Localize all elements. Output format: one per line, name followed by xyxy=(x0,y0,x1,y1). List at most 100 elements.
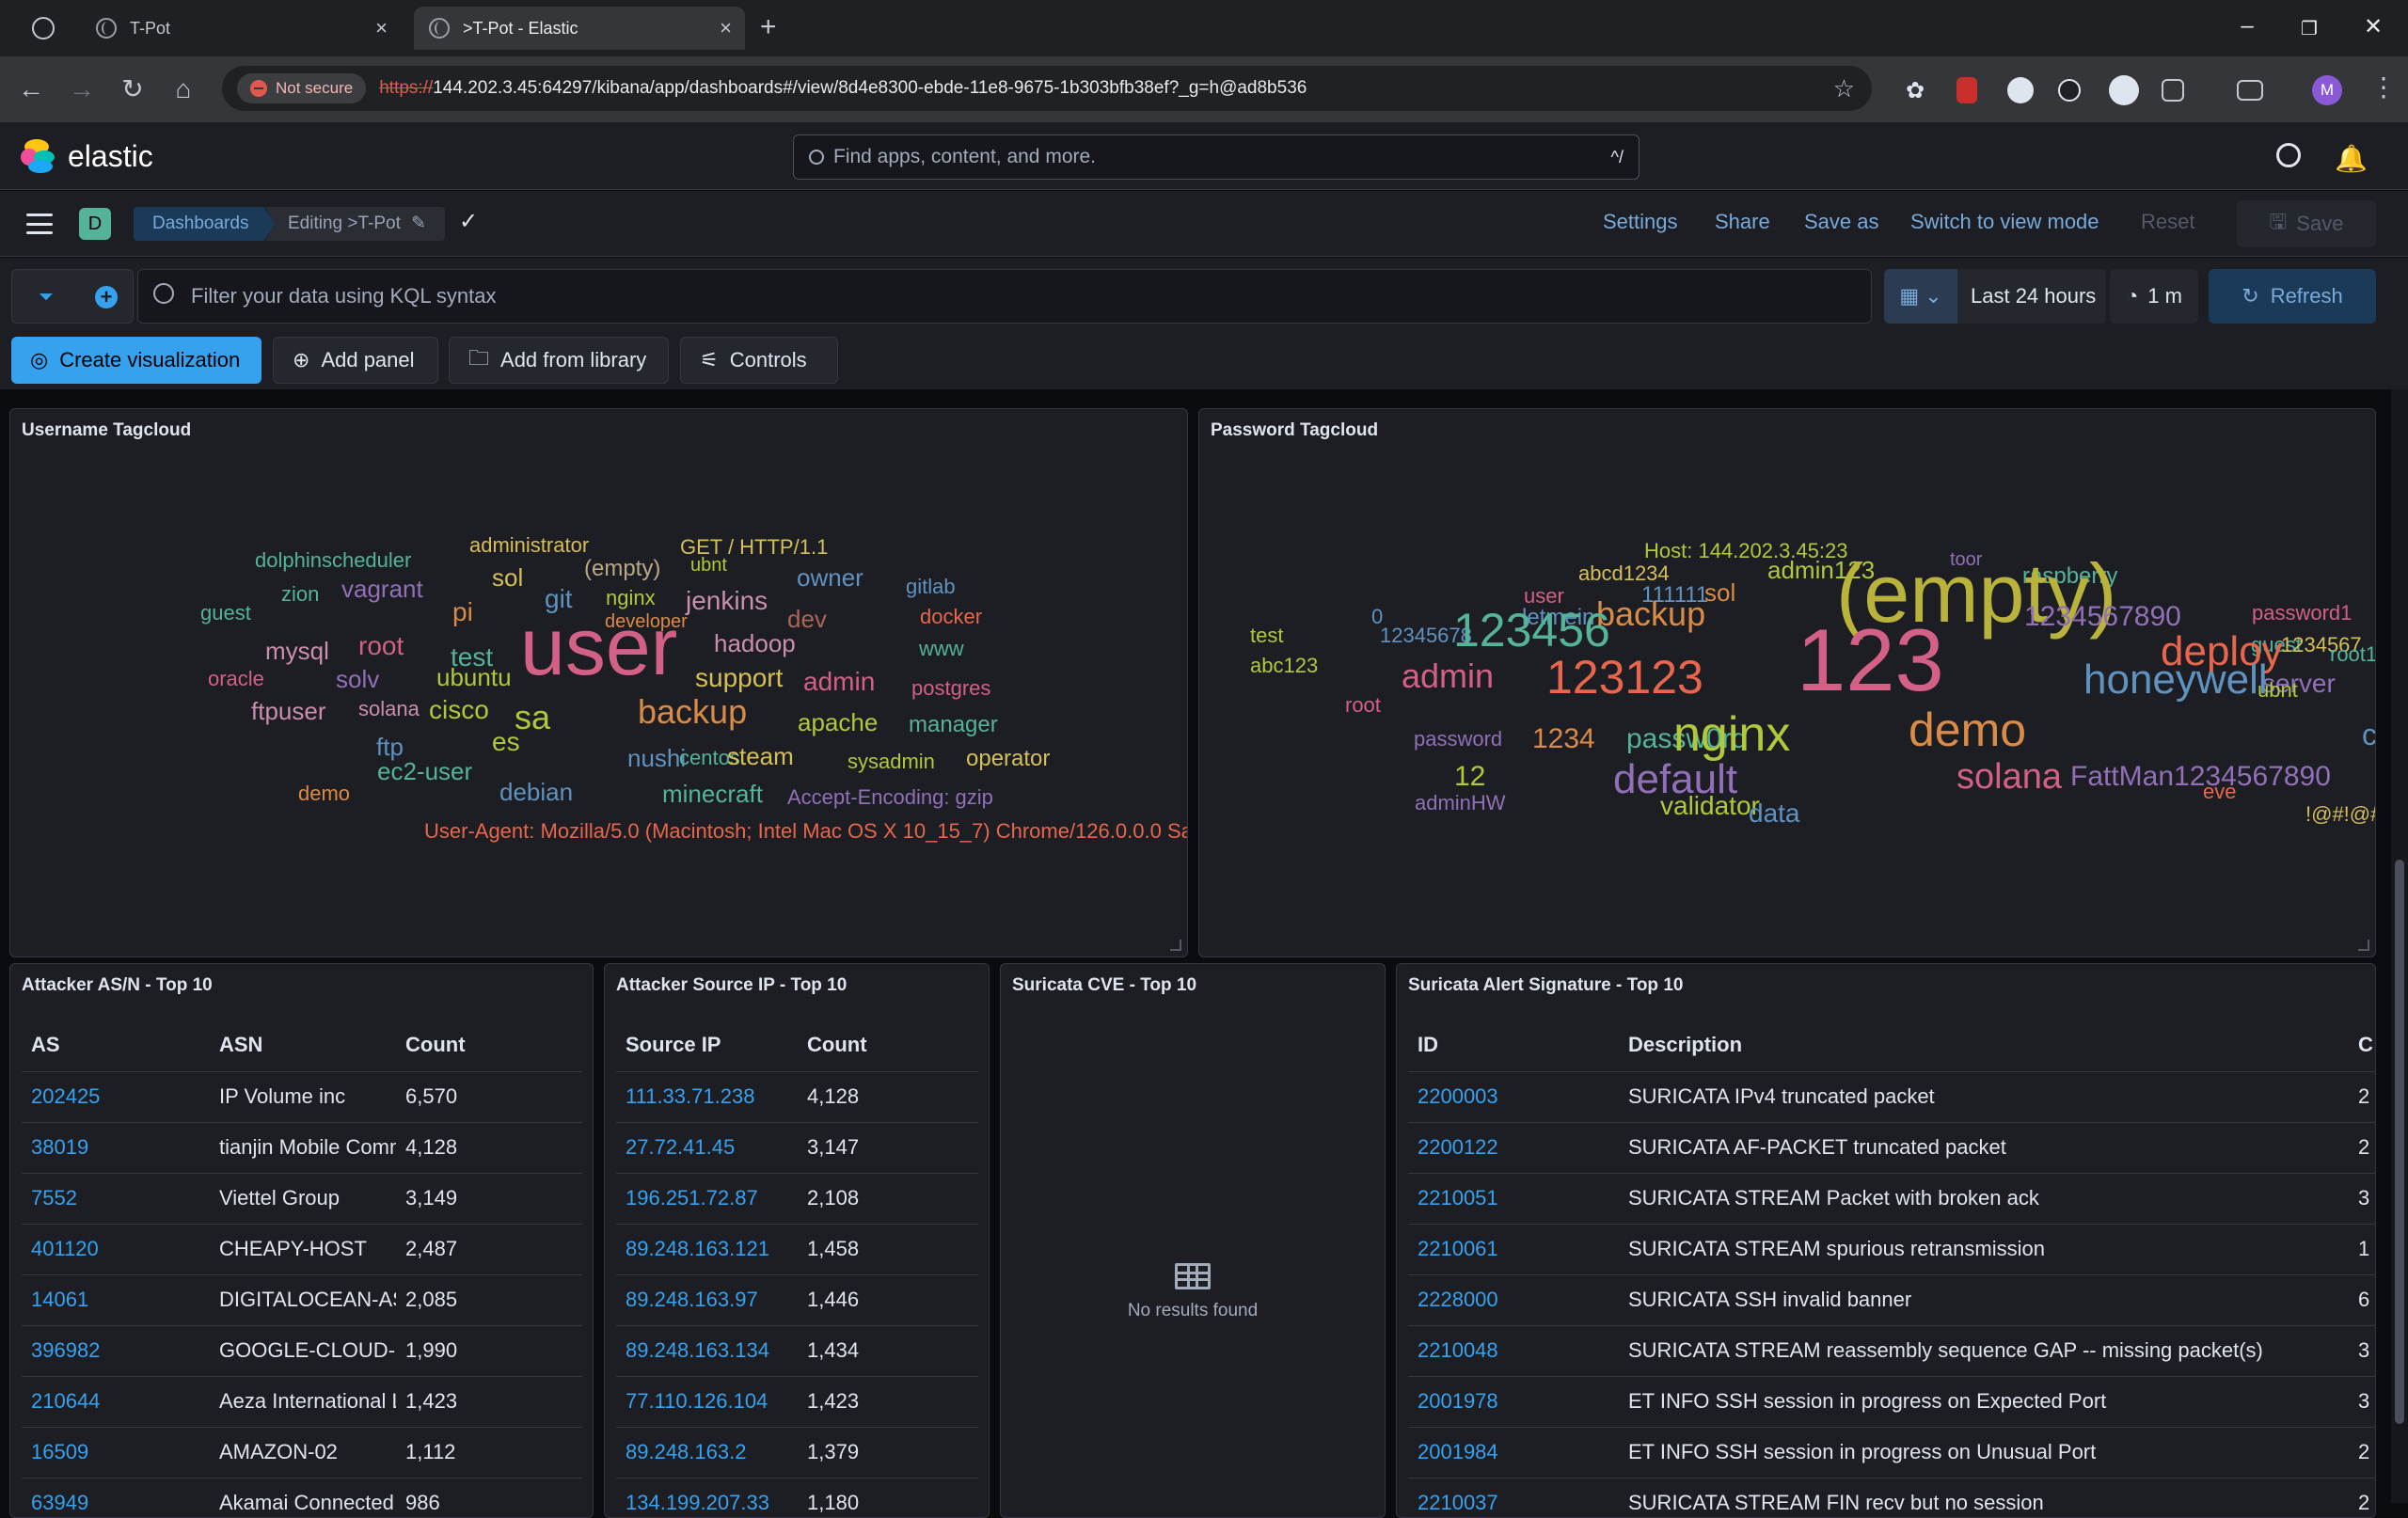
tag-word[interactable]: eve xyxy=(2203,782,2236,802)
time-range-label[interactable]: Last 24 hours xyxy=(1957,284,2096,308)
table-cell-link[interactable]: 196.251.72.87 xyxy=(616,1173,798,1225)
table-cell-link[interactable]: 27.72.41.45 xyxy=(616,1122,798,1174)
table-cell-link[interactable]: 2001978 xyxy=(1408,1376,1619,1428)
tag-word[interactable]: changeme xyxy=(2362,719,2375,750)
date-picker[interactable]: ▦ ⌄ Last 24 hours xyxy=(1884,269,2106,324)
refresh-interval[interactable]: ◔ 1 m xyxy=(2110,269,2198,324)
filter-controls[interactable]: ⏷ + xyxy=(11,269,134,324)
table-cell-link[interactable]: 63949 xyxy=(22,1478,210,1517)
column-header[interactable]: C xyxy=(2349,1019,2375,1072)
tag-word[interactable]: sysadmin xyxy=(848,751,935,772)
tag-word[interactable]: jenkins xyxy=(686,588,768,614)
table-cell-link[interactable]: 2001984 xyxy=(1408,1427,1619,1478)
tag-word[interactable]: docker xyxy=(920,607,982,627)
controls-button[interactable]: ⚟ Controls xyxy=(680,337,838,384)
elastic-logo[interactable]: elastic xyxy=(21,137,153,175)
table-cell-link[interactable]: 2210051 xyxy=(1408,1173,1619,1225)
tag-word[interactable]: apache xyxy=(798,710,878,735)
tag-word[interactable]: www xyxy=(919,639,964,659)
browser-tab-tpot[interactable]: T-Pot × xyxy=(81,7,401,50)
tag-word[interactable]: es xyxy=(492,729,520,755)
add-panel-button[interactable]: ⊕ Add panel xyxy=(273,337,438,384)
tag-word[interactable]: manager xyxy=(909,714,998,736)
tag-word[interactable]: steam xyxy=(727,744,794,768)
table-cell-link[interactable]: 2210037 xyxy=(1408,1478,1619,1517)
tag-word[interactable]: backup xyxy=(1596,597,1705,631)
news-feed-icon[interactable]: 🔔 xyxy=(2335,143,2368,174)
column-header[interactable]: Count xyxy=(396,1019,582,1072)
page-scrollbar[interactable] xyxy=(2391,389,2408,1503)
tag-word[interactable]: !@#!@#!@# xyxy=(2305,804,2375,825)
kql-search-input[interactable]: Filter your data using KQL syntax xyxy=(137,269,1872,324)
extension-red-icon[interactable] xyxy=(1956,77,1977,103)
tag-word[interactable]: debian xyxy=(499,780,573,804)
add-from-library-button[interactable]: 🗀 Add from library xyxy=(449,337,669,384)
tag-word[interactable]: Accept-Encoding: gzip xyxy=(787,787,993,808)
tag-word[interactable]: vagrant xyxy=(341,577,423,601)
save-button[interactable]: 🖫 Save xyxy=(2237,200,2376,247)
table-cell-link[interactable]: 2200003 xyxy=(1408,1071,1619,1123)
restore-icon[interactable]: ❐ xyxy=(2295,17,2323,40)
extension-compass-icon[interactable] xyxy=(2007,77,2034,103)
tag-word[interactable]: password1 xyxy=(2252,603,2352,624)
tag-word[interactable]: 1234567890 xyxy=(2024,603,2181,631)
table-cell-link[interactable]: 38019 xyxy=(22,1122,210,1174)
breadcrumb-dashboards[interactable]: Dashboards xyxy=(134,207,276,241)
column-header[interactable]: Source IP xyxy=(616,1019,798,1072)
scrollbar-thumb[interactable] xyxy=(2395,860,2404,1424)
column-header[interactable]: AS xyxy=(22,1019,210,1072)
table-cell-link[interactable]: 210644 xyxy=(22,1376,210,1428)
hamburger-menu-icon[interactable] xyxy=(26,213,53,234)
tag-word[interactable]: cisco xyxy=(429,697,489,723)
not-secure-chip[interactable]: Not secure xyxy=(237,73,367,103)
tag-word[interactable]: operator xyxy=(966,748,1050,770)
tag-word[interactable]: ubnt xyxy=(690,556,727,575)
browser-tab-elastic[interactable]: >T-Pot - Elastic × xyxy=(414,7,745,50)
tag-word[interactable]: adminHW xyxy=(1415,793,1506,814)
share-link[interactable]: Share xyxy=(1715,210,1770,234)
cast-icon[interactable] xyxy=(2237,80,2263,101)
tag-word[interactable]: dolphinscheduler xyxy=(255,550,411,571)
tag-word[interactable]: solana xyxy=(1956,759,2062,795)
tag-word[interactable]: ubnt xyxy=(2258,680,2298,701)
switch-view-mode-link[interactable]: Switch to view mode xyxy=(1910,210,2099,234)
tag-word[interactable]: dev xyxy=(787,607,827,631)
table-cell-link[interactable]: 89.248.163.97 xyxy=(616,1274,798,1326)
reload-icon[interactable]: ↻ xyxy=(117,73,149,105)
tag-word[interactable]: guest xyxy=(200,603,251,624)
tag-word[interactable]: nushi xyxy=(627,746,686,770)
tag-word[interactable]: honeywell xyxy=(2083,659,2268,701)
tag-word[interactable]: User-Agent: Mozilla/5.0 (Macintosh; Inte… xyxy=(424,821,1187,842)
tag-word[interactable]: FattMan1234567890 xyxy=(2070,763,2331,791)
tag-word[interactable]: gitlab xyxy=(906,577,956,597)
tag-word[interactable]: data xyxy=(1749,800,1800,827)
minimize-icon[interactable]: – xyxy=(2233,13,2261,40)
tag-word[interactable]: nginx xyxy=(1673,710,1790,759)
tab-search-icon[interactable] xyxy=(32,17,55,40)
tag-word[interactable]: 1234 xyxy=(1532,725,1595,753)
tag-word[interactable]: solana xyxy=(358,699,420,719)
tag-word[interactable]: user xyxy=(520,607,677,688)
tag-word[interactable]: demo xyxy=(1909,706,2026,753)
table-cell-link[interactable]: 89.248.163.121 xyxy=(616,1224,798,1275)
tag-word[interactable]: minecraft xyxy=(662,782,763,806)
table-cell-link[interactable]: 401120 xyxy=(22,1224,210,1275)
table-cell-link[interactable]: 7552 xyxy=(22,1173,210,1225)
global-search-input[interactable]: Find apps, content, and more. ^/ xyxy=(793,134,1640,180)
help-icon[interactable] xyxy=(2276,143,2301,167)
reset-link[interactable]: Reset xyxy=(2141,210,2194,234)
tag-word[interactable]: hadoop xyxy=(714,631,796,656)
forward-icon[interactable]: → xyxy=(66,73,98,105)
extension-one-icon[interactable] xyxy=(2058,79,2081,102)
tag-word[interactable]: admin xyxy=(803,669,875,695)
table-cell-link[interactable]: 89.248.163.134 xyxy=(616,1325,798,1377)
address-bar[interactable]: Not secure https:// 144.202.3.45:64297/k… xyxy=(222,66,1872,111)
extension-bug-icon[interactable]: ✿ xyxy=(1906,77,1932,103)
tag-word[interactable]: root xyxy=(358,633,404,659)
resize-handle[interactable] xyxy=(1170,940,1181,951)
tag-word[interactable]: sol xyxy=(492,565,523,590)
tag-word[interactable]: ubuntu xyxy=(436,665,512,689)
table-cell-link[interactable]: 14061 xyxy=(22,1274,210,1326)
tag-word[interactable]: 123456 xyxy=(1453,607,1610,654)
tag-word[interactable]: 12 xyxy=(1454,763,1485,791)
